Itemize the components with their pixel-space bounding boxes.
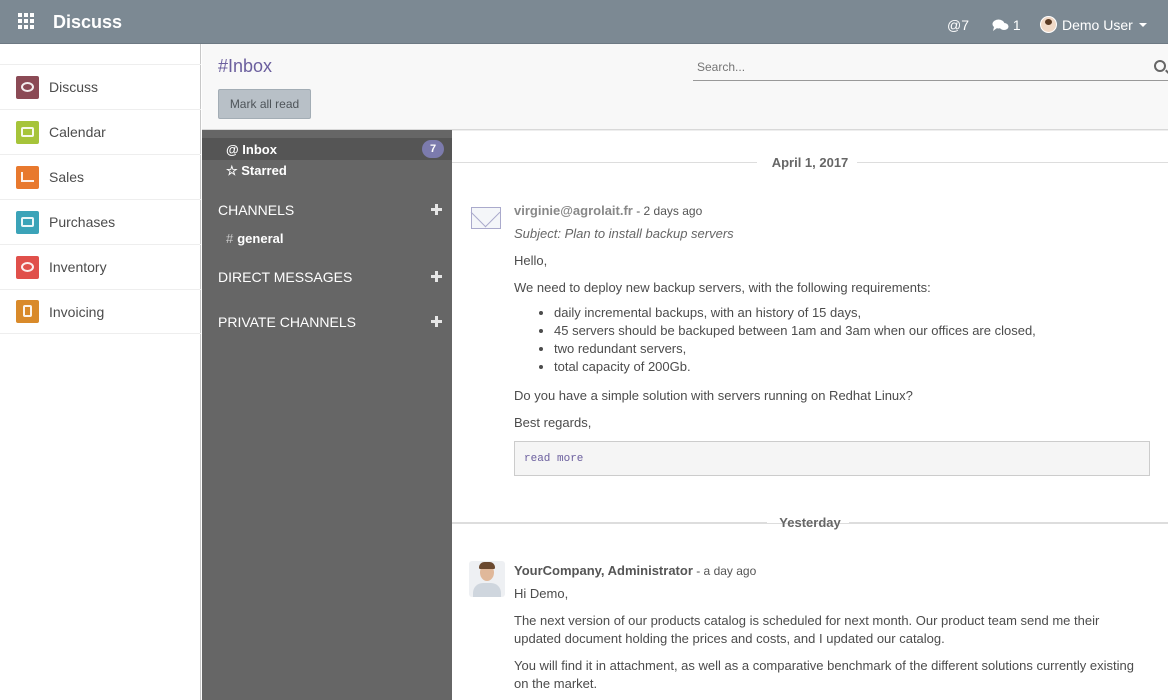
- direct-messages-header[interactable]: DIRECT MESSAGES: [218, 269, 442, 289]
- chat-count: 1: [1012, 17, 1021, 33]
- date-separator: April 1, 2017: [452, 153, 1168, 173]
- message-thread: April 1, 2017 virginie@agrolait.fr - 2 d…: [452, 130, 1168, 700]
- message-date: - 2 days ago: [632, 204, 703, 218]
- date-separator: Yesterday: [452, 513, 1168, 533]
- list-item: daily incremental backups, with an histo…: [554, 304, 1036, 322]
- breadcrumb: #Inbox: [218, 56, 273, 76]
- discuss-sidebar: @ Inbox 7 ☆ Starred CHANNELS # general D…: [202, 130, 452, 700]
- mentions-count: 7: [961, 17, 970, 33]
- message-header: YourCompany, Administrator - a day ago: [514, 563, 756, 578]
- author-avatar[interactable]: [469, 561, 505, 597]
- control-panel: #Inbox Mark all read: [202, 44, 1168, 130]
- app-switcher-grid-icon[interactable]: [18, 13, 36, 31]
- app-item-purchases[interactable]: Purchases: [0, 199, 201, 244]
- search-bar: [693, 56, 1168, 81]
- direct-messages-label: DIRECT MESSAGES: [218, 269, 353, 285]
- message-text: Hi Demo,: [514, 586, 569, 601]
- list-item: total capacity of 200Gb.: [554, 358, 1036, 376]
- message-text: Do you have a simple solution with serve…: [514, 388, 913, 403]
- app-item-inventory[interactable]: Inventory: [0, 244, 201, 289]
- requirements-list: daily incremental backups, with an histo…: [514, 304, 1036, 376]
- credit-card-icon: [16, 210, 39, 234]
- channel-general[interactable]: # general: [202, 227, 452, 249]
- channels-header[interactable]: CHANNELS: [218, 202, 442, 222]
- mark-all-read-button[interactable]: Mark all read: [218, 89, 311, 119]
- user-avatar: [1040, 16, 1057, 33]
- add-private-channel-plus-icon[interactable]: [431, 316, 442, 327]
- mailbox-starred[interactable]: ☆ Starred: [202, 160, 452, 182]
- box-icon: [16, 255, 39, 279]
- document-icon: [16, 300, 39, 323]
- search-input[interactable]: [693, 56, 1133, 78]
- message-text: Best regards,: [514, 415, 592, 430]
- message-date: - a day ago: [692, 564, 757, 578]
- app-label: Discuss: [49, 79, 99, 95]
- app-title: Discuss: [53, 12, 123, 32]
- app-label: Invoicing: [49, 303, 105, 320]
- app-item-invoicing[interactable]: Invoicing: [0, 289, 201, 334]
- mailbox-inbox[interactable]: @ Inbox 7: [202, 138, 452, 160]
- divider: [452, 130, 1168, 131]
- message-text: updated document holding the prices and …: [514, 631, 945, 646]
- mentions-indicator[interactable]: @7: [947, 17, 969, 33]
- read-more-link[interactable]: read more: [514, 441, 1150, 476]
- app-label: Sales: [49, 169, 85, 185]
- date-separator-label: Yesterday: [779, 515, 841, 530]
- app-label: Calendar: [49, 124, 106, 140]
- add-channel-plus-icon[interactable]: [431, 204, 442, 215]
- app-item-calendar[interactable]: Calendar: [0, 109, 201, 154]
- private-channels-header[interactable]: PRIVATE CHANNELS: [218, 314, 442, 334]
- date-separator-label: April 1, 2017: [771, 155, 849, 170]
- list-item: 45 servers should be backuped between 1a…: [554, 322, 1036, 340]
- at-icon: @: [947, 17, 962, 33]
- app-item-discuss[interactable]: Discuss: [0, 64, 201, 109]
- app-sidebar: Discuss Calendar Sales Purchases Invento…: [0, 44, 201, 700]
- search-icon[interactable]: [1154, 60, 1166, 72]
- message-header: virginie@agrolait.fr - 2 days ago: [514, 203, 702, 218]
- message-text: We need to deploy new backup servers, wi…: [514, 280, 931, 295]
- message-text: You will find it in attachment, as well …: [514, 658, 1134, 673]
- mailbox-starred-label: ☆ Starred: [226, 163, 287, 178]
- caret-down-icon: [1138, 22, 1147, 27]
- message-author[interactable]: virginie@agrolait.fr: [514, 203, 633, 218]
- user-name: Demo User: [1062, 16, 1133, 33]
- inbox-counter-badge: 7: [422, 140, 444, 158]
- app-label: Purchases: [49, 214, 116, 230]
- app-label: Inventory: [49, 259, 107, 275]
- user-menu[interactable]: Demo User: [1040, 16, 1147, 33]
- message-subject: Subject: Plan to install backup servers: [514, 226, 734, 241]
- private-channels-label: PRIVATE CHANNELS: [218, 314, 356, 330]
- chat-bubble-icon: [16, 75, 39, 99]
- messaging-menu[interactable]: 1: [992, 17, 1021, 33]
- message-author[interactable]: YourCompany, Administrator: [514, 563, 693, 578]
- mailbox-inbox-label: @ Inbox: [226, 141, 277, 157]
- top-navbar: Discuss @7 1 Demo User: [0, 0, 1168, 44]
- message-text: Hello,: [514, 253, 548, 268]
- message-text: The next version of our products catalog…: [514, 613, 1100, 628]
- add-direct-message-plus-icon[interactable]: [431, 271, 442, 282]
- list-item: two redundant servers,: [554, 340, 1036, 358]
- app-item-sales[interactable]: Sales: [0, 154, 201, 199]
- channels-header-label: CHANNELS: [218, 202, 295, 218]
- calendar-icon: [16, 120, 39, 144]
- channel-general-label: general: [237, 230, 284, 246]
- chart-icon: [16, 165, 39, 189]
- envelope-icon: [471, 207, 501, 229]
- chat-bubbles-icon: [992, 19, 1009, 31]
- hash-icon: #: [226, 230, 234, 246]
- message-text: on the market.: [514, 676, 598, 691]
